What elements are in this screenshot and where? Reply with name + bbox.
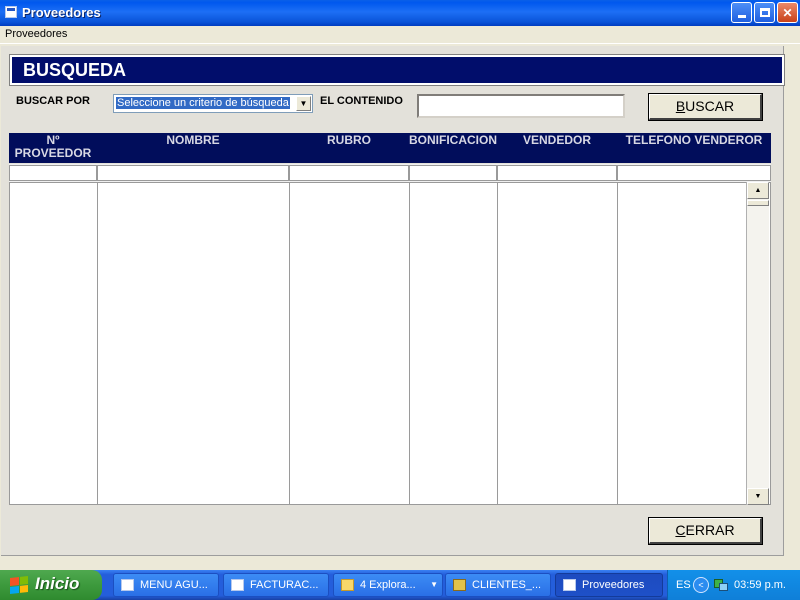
clock[interactable]: 03:59 p.m. <box>734 579 786 591</box>
restore-icon <box>759 8 770 17</box>
app-icon <box>453 579 466 591</box>
cerrar-label: ERRAR <box>685 522 735 538</box>
cerrar-accel-key: C <box>675 522 686 538</box>
task-label: MENU AGU... <box>140 579 208 591</box>
task-label: 4 Explora... <box>360 579 416 591</box>
filter-cell-telefono-vendedor[interactable] <box>617 165 771 181</box>
task-facturac[interactable]: FACTURAC... <box>223 573 329 597</box>
grid-filter-row <box>9 164 771 182</box>
filter-cell-nro-proveedor[interactable] <box>9 165 97 181</box>
window-app-icon[interactable] <box>5 6 17 18</box>
cerrar-button[interactable]: CERRAR <box>648 517 763 545</box>
task-label: FACTURAC... <box>250 579 319 591</box>
buscar-label: USCAR <box>685 98 735 114</box>
chevron-down-icon[interactable]: ▼ <box>296 96 311 111</box>
column-header-nro-proveedor[interactable]: Nº PROVEEDOR <box>9 134 97 160</box>
network-icon[interactable] <box>713 577 729 592</box>
buscar-accel-key: B <box>675 98 686 114</box>
criteria-combobox[interactable]: Seleccione un criterio de búsqueda ▼ <box>113 94 313 113</box>
contenido-input[interactable] <box>417 94 625 118</box>
column-header-telefono-vendedor[interactable]: TELEFONO VENDEROR <box>617 134 771 147</box>
scroll-thumb[interactable] <box>747 200 769 206</box>
grid-column-vendedor <box>498 183 618 504</box>
column-header-vendedor[interactable]: VENDEDOR <box>497 134 617 147</box>
contenido-label: EL CONTENIDO <box>320 95 403 107</box>
task-menu-agu[interactable]: MENU AGU... <box>113 573 219 597</box>
close-icon: ✕ <box>782 5 793 20</box>
data-grid[interactable] <box>9 182 771 505</box>
menu-bar: Proveedores <box>0 26 800 44</box>
grid-column-nro-proveedor <box>10 183 98 504</box>
window-title: Proveedores <box>22 5 101 20</box>
task-clientes[interactable]: CLIENTES_... <box>445 573 551 597</box>
grid-header: Nº PROVEEDOR NOMBRE RUBRO BONIFICACION V… <box>9 133 771 163</box>
filter-cell-vendedor[interactable] <box>497 165 617 181</box>
folder-icon <box>341 579 354 591</box>
start-button[interactable]: Inicio <box>0 570 102 600</box>
buscar-por-label: BUSCAR POR <box>16 95 90 107</box>
grid-column-rubro <box>290 183 410 504</box>
buscar-button[interactable]: BUSCAR <box>648 93 763 121</box>
filter-cell-nombre[interactable] <box>97 165 289 181</box>
minimize-icon <box>737 15 746 18</box>
task-explorador-group[interactable]: 4 Explora... ▼ <box>333 573 443 597</box>
main-panel: BUSQUEDA BUSCAR POR Seleccione un criter… <box>1 46 785 556</box>
start-label: Inicio <box>35 574 80 593</box>
maximize-button[interactable] <box>754 2 775 23</box>
close-button[interactable]: ✕ <box>777 2 798 23</box>
menu-item-proveedores[interactable]: Proveedores <box>5 28 67 40</box>
search-header: BUSQUEDA <box>9 54 785 86</box>
task-label: CLIENTES_... <box>472 579 542 591</box>
window-icon <box>231 579 244 591</box>
grid-column-nombre <box>98 183 290 504</box>
chevron-left-icon[interactable]: < <box>693 577 709 593</box>
chevron-down-icon: ▼ <box>430 580 438 589</box>
minimize-button[interactable] <box>731 2 752 23</box>
grid-column-bonificacion <box>410 183 498 504</box>
system-tray: ES < 03:59 p.m. <box>667 570 800 600</box>
title-bar: Proveedores ✕ <box>0 0 800 26</box>
filter-cell-bonificacion[interactable] <box>409 165 497 181</box>
taskbar: Inicio MENU AGU... FACTURAC... 4 Explora… <box>0 570 800 600</box>
task-label: Proveedores <box>582 579 645 591</box>
column-header-rubro[interactable]: RUBRO <box>289 134 409 147</box>
column-header-nombre[interactable]: NOMBRE <box>97 134 289 147</box>
grid-vertical-scrollbar[interactable]: ▲ ▼ <box>746 182 769 505</box>
language-indicator[interactable]: ES <box>676 579 691 591</box>
filter-cell-rubro[interactable] <box>289 165 409 181</box>
windows-logo-icon <box>10 576 28 594</box>
column-header-bonificacion[interactable]: BONIFICACION <box>409 134 497 147</box>
window-icon <box>121 579 134 591</box>
criteria-selected-value: Seleccione un criterio de búsqueda <box>116 97 290 109</box>
scroll-down-icon[interactable]: ▼ <box>747 488 769 505</box>
task-proveedores[interactable]: Proveedores <box>555 573 663 597</box>
scroll-up-icon[interactable]: ▲ <box>747 182 769 199</box>
window-icon <box>563 579 576 591</box>
